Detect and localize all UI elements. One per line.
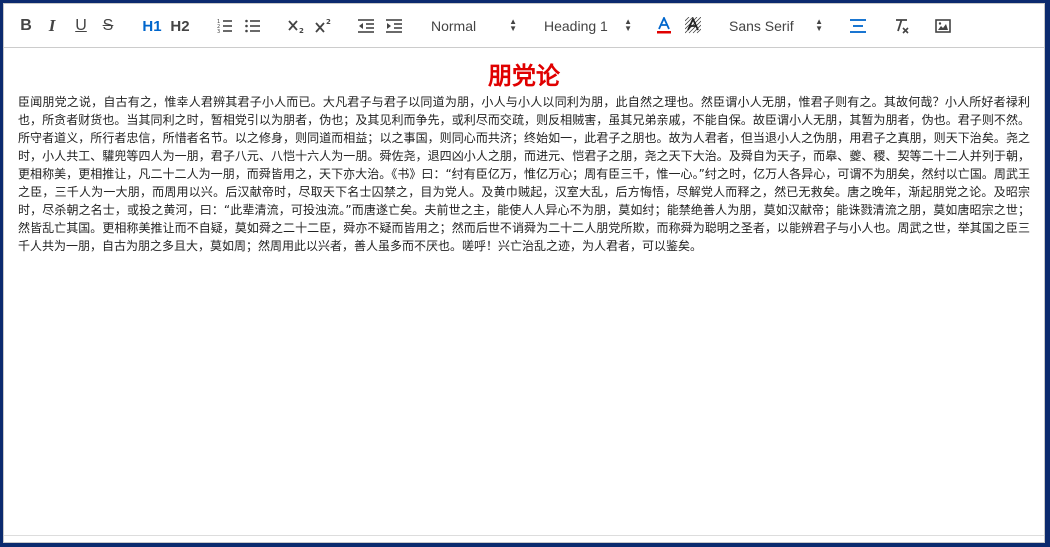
subscript-icon: 2	[288, 20, 304, 34]
h2-icon: H2	[170, 17, 190, 35]
italic-button[interactable]: I	[44, 15, 60, 37]
underline-icon: U	[75, 17, 87, 34]
paragraph-style-select[interactable]: Normal ▲ ▼	[431, 15, 517, 37]
document-title: 朋党论	[488, 62, 560, 90]
header-2-button[interactable]: H2	[169, 15, 191, 37]
toolbar: B I U S H1 H2 123 2 2 Normal ▲ ▼ Heading …	[4, 4, 1044, 48]
editor-content[interactable]: 朋党论 臣闻朋党之说，自古有之，惟幸人君辨其君子小人而已。大凡君子与君子以同道为…	[4, 47, 1044, 534]
select-arrows-icon: ▲ ▼	[815, 17, 823, 33]
superscript-button[interactable]: 2	[314, 15, 334, 37]
clear-format-button[interactable]	[893, 15, 911, 37]
font-family-label: Sans Serif	[729, 18, 794, 34]
h1-icon: H1	[142, 17, 162, 35]
heading-style-label: Heading 1	[544, 18, 608, 34]
outdent-button[interactable]	[357, 15, 375, 37]
bullet-list-button[interactable]	[244, 15, 262, 37]
font-family-select[interactable]: Sans Serif ▲ ▼	[729, 15, 823, 37]
background-color-button[interactable]	[684, 15, 702, 37]
header-1-button[interactable]: H1	[141, 15, 163, 37]
document-body: 臣闻朋党之说，自古有之，惟幸人君辨其君子小人而已。大凡君子与君子以同道为朋，小人…	[18, 95, 1030, 253]
text-color-button[interactable]	[655, 15, 673, 37]
editor-bottom-divider	[4, 535, 1044, 536]
paragraph-style-label: Normal	[431, 18, 477, 34]
clear-format-icon	[896, 19, 909, 34]
editor-container: B I U S H1 H2 123 2 2 Normal ▲ ▼ Heading …	[3, 3, 1045, 543]
outdent-icon	[358, 19, 374, 33]
align-center-icon	[850, 19, 866, 33]
strike-button[interactable]: S	[100, 15, 116, 37]
svg-text:3: 3	[217, 29, 220, 34]
bold-button[interactable]: B	[18, 15, 34, 37]
subscript-button[interactable]: 2	[287, 15, 307, 37]
bullet-list-icon	[245, 19, 260, 33]
ordered-list-button[interactable]: 123	[216, 15, 234, 37]
align-center-button[interactable]	[849, 15, 867, 37]
svg-text:2: 2	[299, 27, 304, 34]
strikethrough-icon: S	[102, 17, 114, 34]
select-arrows-icon: ▲ ▼	[509, 17, 517, 33]
superscript-icon: 2	[315, 18, 331, 33]
select-arrows-icon: ▲ ▼	[624, 17, 632, 33]
underline-button[interactable]: U	[73, 15, 89, 37]
svg-text:2: 2	[326, 18, 331, 26]
bold-icon: B	[20, 17, 32, 34]
heading-style-select[interactable]: Heading 1 ▲ ▼	[544, 15, 632, 37]
insert-image-button[interactable]	[934, 15, 952, 37]
image-icon	[935, 19, 951, 33]
indent-icon	[386, 19, 402, 33]
ordered-list-icon: 123	[217, 19, 232, 34]
indent-button[interactable]	[385, 15, 403, 37]
italic-icon: I	[48, 16, 56, 35]
text-color-icon	[657, 17, 671, 34]
background-color-icon	[685, 17, 701, 34]
